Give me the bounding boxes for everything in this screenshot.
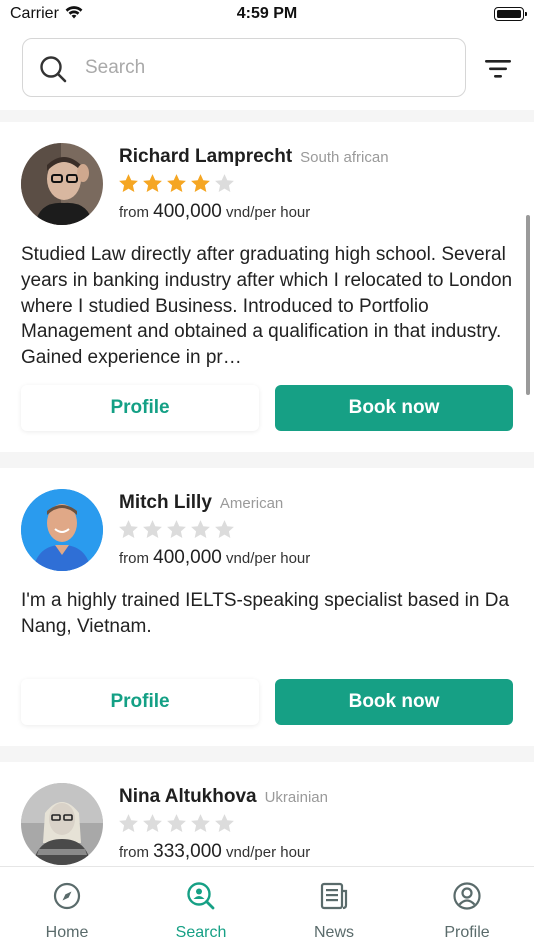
search-person-icon [187,882,215,910]
status-time: 4:59 PM [236,5,298,22]
tutor-bio: Studied Law directly after graduating hi… [21,244,513,369]
star-empty-icon [215,174,234,193]
tutor-avatar [21,489,103,571]
rating-stars [117,172,236,195]
tutor-nationality: South african [300,149,389,166]
star-empty-icon [143,814,162,833]
search-icon [40,56,67,83]
star-empty-icon [191,520,210,539]
star-empty-icon [167,814,186,833]
tutor-nationality: American [219,495,284,512]
user-circle-icon [453,882,481,910]
tutor-price: from 400,000 vnd/per hour [119,547,310,569]
profile-button[interactable]: Profile [21,679,259,725]
star-empty-icon [143,520,162,539]
rating-stars [117,812,236,835]
price-amount: 400,000 [153,201,222,222]
tutor-name: Nina Altukhova Ukrainian [119,786,328,808]
tab-news[interactable]: News [267,867,401,950]
profile-button[interactable]: Profile [21,385,259,431]
tutor-price: from 400,000 vnd/per hour [119,201,310,223]
rating-stars [117,518,236,541]
price-unit: vnd/per hour [226,204,311,221]
tutor-avatar [21,143,103,225]
tutor-avatar [21,783,103,865]
star-empty-icon [215,814,234,833]
scrollbar[interactable] [526,215,530,395]
filter-icon[interactable] [484,58,512,80]
tutor-card: Nina Altukhova Ukrainian from 333,000 vnd… [0,762,534,866]
price-prefix: from [119,204,149,221]
price-amount: 333,000 [153,841,222,862]
tutor-name-text: Mitch Lilly [119,492,212,513]
tab-profile[interactable]: Profile [400,867,534,950]
star-filled-icon [119,174,138,193]
price-unit: vnd/per hour [226,844,311,861]
star-empty-icon [119,814,138,833]
tutor-nationality: Ukrainian [264,789,328,806]
price-prefix: from [119,550,149,567]
search-box[interactable] [22,38,466,97]
battery-icon [494,7,527,21]
book-now-button[interactable]: Book now [275,385,513,431]
tutor-name: Richard Lamprecht South african [119,146,389,168]
tab-search[interactable]: Search [134,867,268,950]
compass-icon [53,882,81,910]
search-header [0,30,534,110]
newspaper-icon [320,882,348,910]
star-empty-icon [119,520,138,539]
star-filled-icon [167,174,186,193]
star-empty-icon [167,520,186,539]
tab-label: Profile [444,924,490,941]
star-empty-icon [215,520,234,539]
tab-bar: Home Search News Profile [0,866,534,950]
tab-home[interactable]: Home [0,867,134,950]
tab-label: News [313,924,354,941]
star-empty-icon [191,814,210,833]
book-now-button[interactable]: Book now [275,679,513,725]
star-filled-icon [143,174,162,193]
tutor-name: Mitch Lilly American [119,492,283,514]
price-amount: 400,000 [153,547,222,568]
tutor-name-text: Nina Altukhova [119,786,257,807]
tab-label: Home [45,924,89,941]
status-bar: Carrier 4:59 PM [0,0,534,30]
tutor-card: Richard Lamprecht South african from 400,… [0,122,534,452]
tutor-bio: I'm a highly trained IELTS-speaking spec… [21,590,510,637]
price-prefix: from [119,844,149,861]
star-filled-icon [191,174,210,193]
tutor-price: from 333,000 vnd/per hour [119,841,310,863]
tab-label: Search [175,924,227,941]
search-input[interactable] [85,53,445,83]
tutor-name-text: Richard Lamprecht [119,146,293,167]
tutor-card: Mitch Lilly American from 400,000 vnd/per… [0,468,534,746]
price-unit: vnd/per hour [226,550,311,567]
